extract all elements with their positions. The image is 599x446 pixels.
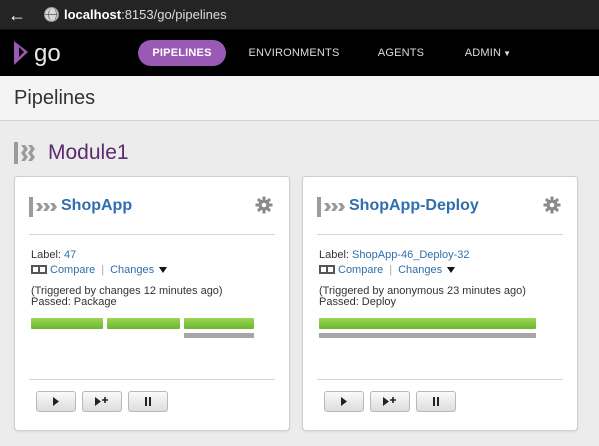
- pipeline-links: Compare | Changes: [31, 264, 168, 276]
- pause-icon: [433, 397, 439, 406]
- url-field[interactable]: localhost:8153/go/pipelines: [64, 7, 227, 23]
- divider: [29, 379, 275, 380]
- pipeline-group-icon: [14, 142, 35, 164]
- label-link[interactable]: ShopApp-46_Deploy-32: [352, 249, 469, 261]
- play-icon: [53, 397, 59, 406]
- browser-address-bar: ← localhost:8153/go/pipelines: [0, 0, 599, 30]
- pipeline-links: Compare | Changes: [319, 264, 456, 276]
- changes-link[interactable]: Changes: [398, 264, 442, 276]
- stage-bar[interactable]: [184, 318, 254, 329]
- chevron-down-icon[interactable]: [447, 267, 456, 274]
- url-path: :8153/go/pipelines: [121, 7, 227, 22]
- divider: [317, 234, 563, 235]
- logo-text: go: [34, 40, 61, 67]
- trigger-button[interactable]: [324, 391, 364, 412]
- pipeline-label: Label: ShopApp-46_Deploy-32: [319, 249, 469, 261]
- stage-bar[interactable]: [319, 318, 536, 329]
- stage-bar[interactable]: [31, 318, 103, 329]
- gear-icon[interactable]: [255, 196, 273, 214]
- stage-bar[interactable]: [107, 318, 180, 329]
- pause-icon: [145, 397, 151, 406]
- play-with-options-icon: [383, 397, 396, 406]
- page-header: Pipelines: [0, 76, 599, 121]
- pause-button[interactable]: [416, 391, 456, 412]
- compare-icon: [31, 264, 47, 274]
- go-logo-icon[interactable]: go: [12, 38, 84, 68]
- passed-stage: Passed: Package: [31, 296, 117, 308]
- nav-admin[interactable]: ADMIN ▼: [458, 40, 518, 66]
- changes-link[interactable]: Changes: [110, 264, 154, 276]
- page-title: Pipelines: [14, 87, 96, 109]
- nav-pipelines[interactable]: PIPELINES: [138, 40, 226, 66]
- trigger-with-options-button[interactable]: [82, 391, 122, 412]
- divider: [317, 379, 563, 380]
- compare-icon: [319, 264, 335, 274]
- pause-button[interactable]: [128, 391, 168, 412]
- chevron-down-icon[interactable]: [159, 267, 168, 274]
- globe-icon: [44, 7, 59, 22]
- pipeline-icon: [317, 197, 345, 217]
- pipeline-card: ShopApp-Deploy Label: ShopApp-46_Deploy-…: [302, 176, 578, 431]
- pipeline-card: ShopApp Label: 47 Compare | Changes (Trigg…: [14, 176, 290, 431]
- nav-environments[interactable]: ENVIRONMENTS: [244, 40, 344, 66]
- group-title[interactable]: Module1: [48, 141, 129, 165]
- url-host: localhost: [64, 7, 122, 22]
- play-icon: [341, 397, 347, 406]
- trigger-with-options-button[interactable]: [370, 391, 410, 412]
- compare-link[interactable]: Compare: [50, 264, 95, 276]
- nav-agents[interactable]: AGENTS: [372, 40, 430, 66]
- stage-progress: [184, 333, 254, 338]
- pipeline-name[interactable]: ShopApp-Deploy: [349, 197, 479, 215]
- pipeline-label: Label: 47: [31, 249, 76, 261]
- pipeline-icon: [29, 197, 57, 217]
- compare-link[interactable]: Compare: [338, 264, 383, 276]
- gear-icon[interactable]: [543, 196, 561, 214]
- back-arrow-icon[interactable]: ←: [4, 4, 30, 26]
- trigger-button[interactable]: [36, 391, 76, 412]
- play-with-options-icon: [95, 397, 108, 406]
- label-prefix: Label:: [31, 249, 61, 261]
- pipeline-name[interactable]: ShopApp: [61, 197, 132, 215]
- nav-admin-label: ADMIN: [464, 47, 502, 59]
- divider: [29, 234, 275, 235]
- passed-stage: Passed: Deploy: [319, 296, 397, 308]
- label-link[interactable]: 47: [64, 249, 76, 261]
- chevron-down-icon: ▼: [503, 49, 512, 58]
- label-prefix: Label:: [319, 249, 349, 261]
- top-navigation: go PIPELINES ENVIRONMENTS AGENTS ADMIN ▼: [0, 30, 599, 76]
- stage-progress: [319, 333, 536, 338]
